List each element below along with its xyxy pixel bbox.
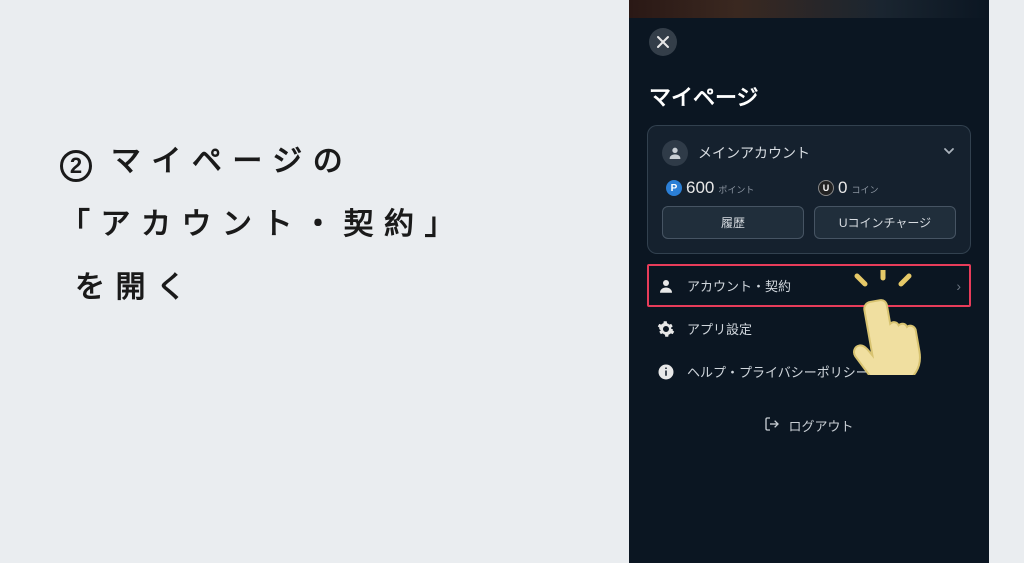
menu-item-help-privacy[interactable]: ヘルプ・プライバシーポリシー — [647, 350, 971, 393]
gear-icon — [657, 320, 675, 338]
close-button[interactable] — [649, 28, 677, 56]
account-card: メインアカウント P 600 ポイント 履歴 U 0 コイン Uコ — [647, 125, 971, 254]
close-icon — [656, 35, 670, 49]
coins-unit: コイン — [851, 183, 878, 196]
chevron-down-icon — [942, 144, 956, 163]
instruction-text: 2 マイページの 「アカウント・契約」 を開く — [60, 130, 465, 319]
charge-button[interactable]: Uコインチャージ — [814, 206, 956, 239]
account-name-label: メインアカウント — [698, 143, 932, 163]
logout-button[interactable]: ログアウト — [647, 404, 971, 447]
menu-item-account-contract[interactable]: アカウント・契約 › — [647, 264, 971, 307]
points-badge-icon: P — [666, 180, 682, 196]
points-value: P 600 ポイント — [662, 178, 804, 198]
history-button[interactable]: 履歴 — [662, 206, 804, 239]
phone-header-bar — [629, 0, 989, 18]
points-unit: ポイント — [718, 183, 754, 196]
page-title: マイページ — [649, 80, 759, 112]
info-icon — [657, 363, 675, 381]
instruction-line2: 「アカウント・契約」 — [60, 193, 465, 256]
points-column: P 600 ポイント 履歴 — [662, 178, 804, 239]
menu-label: ヘルプ・プライバシーポリシー — [687, 362, 961, 381]
points-number: 600 — [686, 178, 714, 198]
coins-column: U 0 コイン Uコインチャージ — [814, 178, 956, 239]
coins-number: 0 — [838, 178, 847, 198]
logout-label: ログアウト — [788, 416, 853, 435]
coins-badge-icon: U — [818, 180, 834, 196]
menu-list: アカウント・契約 › アプリ設定 ヘルプ・プライバシーポリシー — [647, 264, 971, 393]
phone-screen: マイページ メインアカウント P 600 ポイント 履歴 U — [629, 0, 989, 563]
coins-value: U 0 コイン — [814, 178, 956, 198]
menu-label: アカウント・契約 — [687, 276, 944, 295]
chevron-right-icon: › — [956, 278, 961, 294]
person-icon — [657, 277, 675, 295]
balance-row: P 600 ポイント 履歴 U 0 コイン Uコインチャージ — [662, 178, 956, 239]
menu-label: アプリ設定 — [687, 319, 961, 338]
instruction-line3: を開く — [60, 256, 465, 319]
instruction-line1: マイページの — [111, 145, 353, 178]
account-selector[interactable]: メインアカウント — [662, 140, 956, 178]
menu-item-app-settings[interactable]: アプリ設定 — [647, 307, 971, 350]
logout-icon — [764, 416, 780, 435]
avatar-icon — [662, 140, 688, 166]
step-badge-icon: 2 — [60, 150, 92, 182]
